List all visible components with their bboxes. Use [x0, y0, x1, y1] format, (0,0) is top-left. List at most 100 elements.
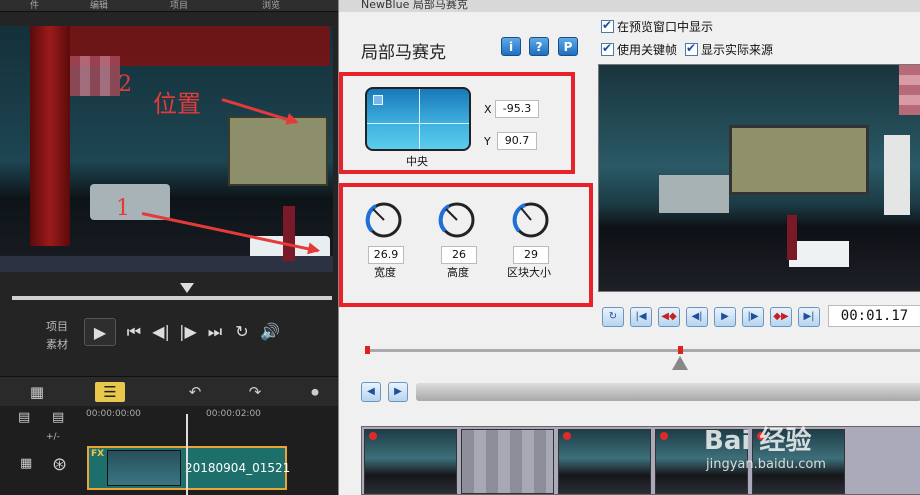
- checkbox-use-keyframes[interactable]: 使用关键帧: [601, 41, 677, 58]
- y-value-field[interactable]: 90.7: [497, 132, 537, 150]
- volume-icon[interactable]: 🔊: [260, 318, 280, 346]
- host-preview-video[interactable]: [0, 26, 333, 272]
- width-knob[interactable]: [364, 200, 404, 240]
- step-back-icon[interactable]: ◀|: [686, 307, 708, 327]
- keyframe-marker[interactable]: [678, 346, 683, 354]
- go-start-icon[interactable]: |◀: [630, 307, 652, 327]
- y-label: Y: [484, 135, 491, 148]
- checkbox-box[interactable]: [601, 41, 614, 56]
- position-handle[interactable]: [373, 95, 383, 105]
- host-timeline-toolbar: ▦ ☰ ↶ ↷ ⏺: [0, 376, 338, 406]
- info-button[interactable]: i: [501, 37, 521, 56]
- host-scrub-bar[interactable]: [12, 296, 332, 300]
- redo-icon[interactable]: ↷: [240, 382, 270, 402]
- width-value-field[interactable]: 26.9: [368, 246, 404, 264]
- film-track-icon: ▤: [18, 410, 31, 425]
- timeline-playhead[interactable]: [186, 414, 188, 495]
- clip-fx-badge: FX: [91, 449, 105, 459]
- track-add-remove[interactable]: +/-: [46, 432, 60, 442]
- filmstrip: [361, 426, 920, 495]
- dialog-titlebar: NewBlue 局部马赛克: [339, 0, 920, 12]
- menu-file[interactable]: 件: [30, 0, 39, 11]
- video-track-icon: ⊛: [52, 454, 68, 475]
- clip-thumbnail: [107, 450, 181, 486]
- host-transport: ▶ ⏮ ◀| |▶ ⏭ ↻ 🔊: [84, 318, 280, 346]
- play-icon[interactable]: ▶: [84, 318, 116, 346]
- annotation-number-2: 2: [118, 72, 132, 97]
- checkbox-label: 在预览窗口中显示: [617, 20, 714, 34]
- scroll-left-icon[interactable]: ◀: [361, 382, 381, 402]
- menu-project[interactable]: 项目: [170, 0, 188, 11]
- position-pad[interactable]: [365, 87, 471, 151]
- film-frame[interactable]: [364, 429, 457, 494]
- storyboard-view-icon[interactable]: ▦: [22, 382, 52, 402]
- step-back-icon[interactable]: ◀|: [152, 318, 170, 346]
- timeline-ruler[interactable]: 00:00:00:00 00:00:02:00: [86, 406, 338, 430]
- play-icon[interactable]: ▶: [714, 307, 736, 327]
- watermark-url: jingyan.baidu.com: [706, 457, 826, 472]
- ruler-time-2: 00:00:02:00: [206, 409, 261, 419]
- film-frame[interactable]: [461, 429, 554, 494]
- checkbox-show-in-preview[interactable]: 在预览窗口中显示: [601, 18, 713, 35]
- baidu-watermark: Bai 经验 jingyan.baidu.com: [704, 420, 826, 472]
- keyframe-marker[interactable]: [365, 346, 370, 354]
- clip-name: 20180904_01521: [185, 461, 291, 475]
- preview-transport: ↻ |◀ ◀◆ ◀| ▶ |▶ ◆▶ ▶|: [602, 307, 820, 327]
- loop-icon[interactable]: ↻: [233, 318, 251, 346]
- timecode-display: 00:01.17: [828, 305, 920, 327]
- checkbox-label: 显示实际来源: [701, 43, 774, 57]
- newblue-dialog: NewBlue 局部马赛克 局部马赛克 i ? P 在预览窗口中显示 使用关键帧…: [338, 0, 920, 495]
- host-scrub-knob[interactable]: [180, 283, 194, 293]
- previous-icon[interactable]: ⏮: [125, 318, 143, 346]
- preview-mosaic-region: [899, 65, 920, 115]
- host-editor: 件 编辑 项目 浏览 2 位置 1 项目 素材 ▶ ⏮ ◀| |▶ ⏭ ↻ 🔊 …: [0, 0, 338, 495]
- film-frame[interactable]: [558, 429, 651, 494]
- host-menubar: 件 编辑 项目 浏览: [0, 0, 338, 12]
- mosaic-region: [70, 56, 120, 96]
- scroll-right-icon[interactable]: ▶: [388, 382, 408, 402]
- horizontal-scrollbar[interactable]: [416, 383, 920, 401]
- refresh-icon[interactable]: ↻: [602, 307, 624, 327]
- go-end-icon[interactable]: ▶|: [798, 307, 820, 327]
- menu-browse[interactable]: 浏览: [262, 0, 280, 11]
- x-label: X: [484, 103, 492, 116]
- timeline-view-icon[interactable]: ☰: [95, 382, 125, 402]
- checkbox-box[interactable]: [685, 41, 698, 56]
- film-track-icon-2: ▤: [52, 410, 65, 425]
- position-center-label: 中央: [406, 155, 428, 168]
- track-grid-icon: ▦: [20, 456, 33, 471]
- effect-preview[interactable]: [598, 64, 920, 292]
- effect-heading: 局部马赛克: [361, 43, 446, 63]
- next-icon[interactable]: ⏭: [206, 318, 224, 346]
- checkbox-label: 使用关键帧: [617, 43, 678, 57]
- annotation-number-1: 1: [116, 196, 130, 221]
- checkbox-show-source[interactable]: 显示实际来源: [685, 41, 773, 58]
- menu-edit[interactable]: 编辑: [90, 0, 108, 11]
- step-forward-icon[interactable]: |▶: [742, 307, 764, 327]
- watermark-logo: Bai 经验: [704, 426, 812, 456]
- block-size-label: 区块大小: [507, 266, 551, 279]
- height-value-field[interactable]: 26: [441, 246, 477, 264]
- x-value-field[interactable]: -95.3: [495, 100, 539, 118]
- undo-icon[interactable]: ↶: [180, 382, 210, 402]
- prev-keyframe-icon[interactable]: ◀◆: [658, 307, 680, 327]
- annotation-position-label: 位置: [153, 90, 201, 118]
- dialog-title: NewBlue 局部马赛克: [361, 0, 468, 11]
- keyframe-cursor[interactable]: [672, 356, 688, 370]
- block-size-value-field[interactable]: 29: [513, 246, 549, 264]
- block-size-knob[interactable]: [511, 200, 551, 240]
- help-button[interactable]: ?: [529, 37, 549, 56]
- ruler-time-0: 00:00:00:00: [86, 409, 141, 419]
- width-label: 宽度: [374, 266, 396, 279]
- next-keyframe-icon[interactable]: ◆▶: [770, 307, 792, 327]
- checkbox-box[interactable]: [601, 18, 614, 33]
- height-knob[interactable]: [437, 200, 477, 240]
- preset-button[interactable]: P: [558, 37, 578, 56]
- mode-clip[interactable]: 素材: [46, 336, 68, 354]
- record-icon[interactable]: ⏺: [300, 382, 330, 402]
- keyframe-track[interactable]: [367, 349, 920, 352]
- height-label: 高度: [447, 266, 469, 279]
- host-timeline: 00:00:00:00 00:00:02:00 +/- ▤ ▤ ▦ ⊛ FX 2…: [0, 406, 338, 495]
- mode-project[interactable]: 项目: [46, 318, 68, 336]
- step-forward-icon[interactable]: |▶: [179, 318, 197, 346]
